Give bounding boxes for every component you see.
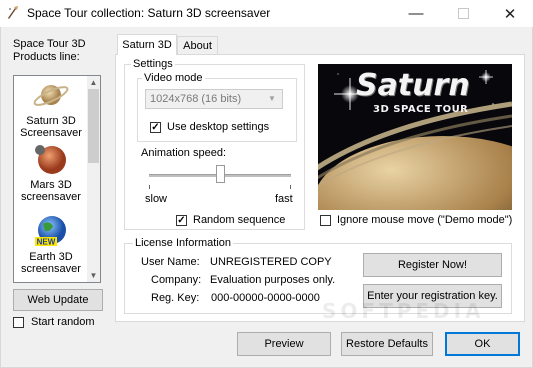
video-mode-select: 1024x768 (16 bits) ▼ (145, 89, 283, 109)
preview-title: Saturn (356, 68, 470, 103)
video-mode-label: Video mode (142, 72, 205, 84)
reg-key-value: 000-00000-0000-0000 (211, 292, 320, 304)
minimize-icon: — (408, 5, 424, 22)
license-group-label: License Information (133, 237, 233, 249)
start-random-label: Start random (31, 316, 95, 328)
product-name-line1: Mars 3D (30, 179, 72, 191)
close-icon: ✕ (503, 5, 517, 23)
slow-label: slow (145, 193, 168, 205)
company-value: Evaluation purposes only. (210, 274, 336, 286)
new-badge: NEW (37, 238, 56, 247)
preview-subtitle: 3D SPACE TOUR (373, 104, 469, 115)
fast-label: fast (275, 193, 293, 205)
ignore-mouse-label: Ignore mouse move ("Demo mode") (337, 214, 513, 226)
maximize-button (443, 0, 483, 27)
mars-icon (35, 145, 66, 174)
scroll-up-icon[interactable]: ▲ (87, 76, 100, 89)
user-name-label: User Name: (141, 256, 200, 268)
earth-icon: NEW (35, 216, 66, 247)
softpedia-watermark: SOFTPEDIA (322, 299, 485, 323)
preview-button[interactable]: Preview (237, 332, 331, 356)
scroll-down-icon[interactable]: ▼ (87, 269, 100, 282)
video-mode-value: 1024x768 (16 bits) (150, 93, 242, 105)
ok-button[interactable]: OK (445, 332, 520, 356)
settings-group-label: Settings (131, 58, 175, 70)
saturn-preview-image: Saturn 3D SPACE TOUR (318, 64, 512, 210)
use-desktop-label: Use desktop settings (167, 121, 270, 133)
maximize-icon (457, 8, 469, 19)
start-random-checkbox[interactable] (13, 317, 24, 328)
company-label: Company: (151, 274, 202, 286)
scrollbar-thumb[interactable] (88, 89, 99, 163)
product-name-line2: Screensaver (20, 127, 82, 139)
list-item-mars[interactable]: Mars 3D screensaver (14, 142, 88, 203)
chevron-down-icon: ▼ (268, 94, 276, 103)
tab-about[interactable]: About (177, 36, 218, 55)
product-name-line2: screensaver (21, 191, 81, 203)
web-update-button[interactable]: Web Update (13, 289, 103, 311)
random-sequence-checkbox[interactable]: ✓ (176, 215, 187, 226)
user-name-value: UNREGISTERED COPY (210, 256, 332, 268)
product-name-line2: screensaver (21, 263, 81, 275)
window-title: Space Tour collection: Saturn 3D screens… (27, 6, 271, 20)
use-desktop-checkbox[interactable]: ✓ (150, 122, 161, 133)
tab-saturn-3d[interactable]: Saturn 3D (117, 34, 177, 55)
slider-tick-min (149, 185, 150, 189)
product-name-line1: Earth 3D (29, 251, 73, 263)
app-icon (8, 6, 18, 19)
restore-defaults-button[interactable]: Restore Defaults (341, 332, 433, 356)
product-name-line1: Saturn 3D (26, 115, 76, 127)
products-label-line1: Space Tour 3D (13, 38, 86, 50)
reg-key-label: Reg. Key: (151, 292, 200, 304)
slider-tick-max (290, 185, 291, 189)
products-line-label: Space Tour 3D Products line: (13, 38, 86, 64)
random-sequence-label: Random sequence (193, 214, 286, 226)
saturn-icon (33, 85, 69, 106)
minimize-button[interactable]: — (396, 0, 436, 27)
list-item-earth[interactable]: NEW Earth 3D screensaver (14, 214, 88, 275)
products-label-line2: Products line: (13, 51, 80, 63)
animation-speed-slider[interactable] (216, 165, 225, 183)
list-item-saturn[interactable]: Saturn 3D Screensaver (14, 78, 88, 139)
close-button[interactable]: ✕ (490, 0, 530, 27)
register-now-button[interactable]: Register Now! (363, 253, 502, 277)
ignore-mouse-checkbox[interactable] (320, 215, 331, 226)
animation-speed-label: Animation speed: (141, 147, 226, 159)
